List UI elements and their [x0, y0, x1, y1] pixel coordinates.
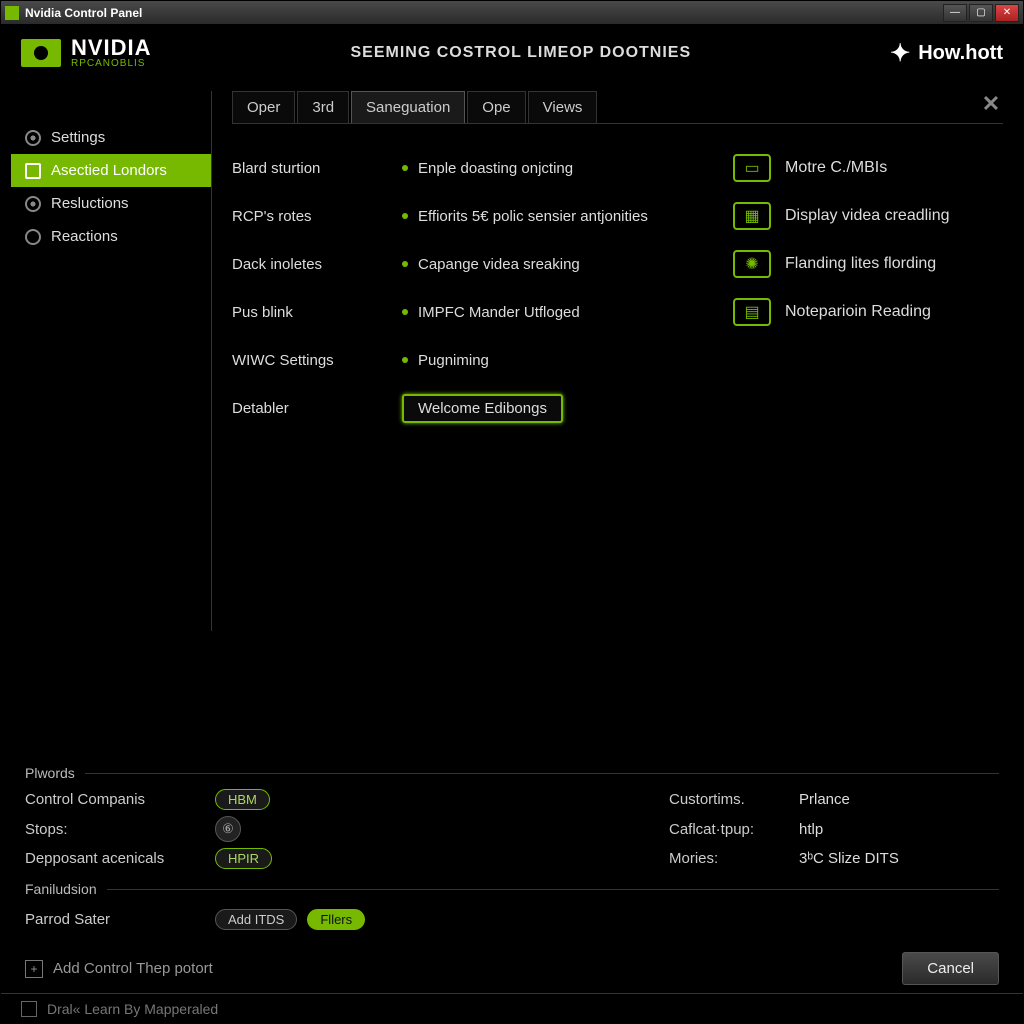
kv-label: Depposant acenicals	[25, 850, 215, 867]
tab-views[interactable]: Views	[528, 91, 598, 123]
hbm-pill[interactable]: HBM	[215, 789, 270, 810]
bullet-icon	[402, 357, 408, 363]
window-title: Nvidia Control Panel	[25, 6, 943, 20]
minimize-button[interactable]: —	[943, 4, 967, 22]
add-control-label: Add Control Thep potort	[53, 960, 213, 977]
sidebar-item-label: Settings	[51, 129, 105, 146]
stops-icon[interactable]: ⑥	[215, 816, 241, 842]
bullet-icon	[402, 165, 408, 171]
monitor-icon: ▭	[733, 154, 771, 182]
option-value[interactable]: Capange videa sreaking	[402, 240, 713, 288]
app-window: Nvidia Control Panel — ▢ ✕ NVIDIA RPCANO…	[0, 0, 1024, 1024]
statusbar: Dral« Learn By Mapperaled	[1, 993, 1023, 1023]
sidebar-item-settings[interactable]: Settings	[11, 121, 211, 154]
sidebar-item-reactions[interactable]: Reactions	[11, 220, 211, 253]
add-control-link[interactable]: + Add Control Thep potort	[25, 960, 213, 978]
tab-oper[interactable]: Oper	[232, 91, 295, 123]
lower-panel: Plwords Control Companis HBM Custortims.…	[1, 763, 1023, 944]
tabs: Oper 3rd Saneguation Ope Views ✕	[232, 91, 1003, 124]
sidebar-item-asectied[interactable]: Asectied Londors	[11, 154, 211, 187]
nvidia-app-icon	[5, 6, 19, 20]
maximize-button[interactable]: ▢	[969, 4, 993, 22]
close-panel-icon[interactable]: ✕	[979, 92, 1003, 116]
section-header: Faniludsion	[25, 881, 999, 897]
footer: + Add Control Thep potort Cancel	[1, 944, 1023, 993]
status-text: Dral« Learn By Mapperaled	[47, 1001, 218, 1017]
quick-card[interactable]: ▤Noteparioin Reading	[733, 288, 1003, 336]
header-action[interactable]: ✦ How.hott	[890, 39, 1003, 68]
kv-label: Mories:	[669, 850, 799, 867]
status-icon	[21, 1001, 37, 1017]
bulb-icon: ✺	[733, 250, 771, 278]
sidebar-item-label: Resluctions	[51, 195, 129, 212]
logo: NVIDIA RPCANOBLIS	[21, 37, 152, 69]
bullet-icon	[402, 261, 408, 267]
header: NVIDIA RPCANOBLIS SEEMING COSTROL LIMEOP…	[1, 25, 1023, 81]
sidebar-item-resluctions[interactable]: Resluctions	[11, 187, 211, 220]
sidebar-item-label: Asectied Londors	[51, 162, 167, 179]
nvidia-eye-icon	[21, 39, 61, 67]
circle-icon	[25, 229, 41, 245]
option-value[interactable]: IMPFC Mander Utfloged	[402, 288, 713, 336]
welcome-row: Welcome Edibongs	[402, 384, 713, 432]
kv-value: htlp	[799, 821, 999, 838]
sidebar: Settings Asectied Londors Resluctions Re…	[11, 91, 211, 763]
kv-label: Control Companis	[25, 791, 215, 808]
monitor-icon	[25, 163, 41, 179]
bullet-icon	[402, 213, 408, 219]
cancel-button[interactable]: Cancel	[902, 952, 999, 985]
content: Oper 3rd Saneguation Ope Views ✕ Blard s…	[212, 91, 1013, 763]
titlebar[interactable]: Nvidia Control Panel — ▢ ✕	[1, 1, 1023, 25]
page-title: SEEMING COSTROL LIMEOP DOOTNIES	[152, 44, 891, 62]
kv-label: Caflcat·tpup:	[669, 821, 799, 838]
tab-3rd[interactable]: 3rd	[297, 91, 349, 123]
plus-icon: +	[25, 960, 43, 978]
logo-subtitle: RPCANOBLIS	[71, 59, 152, 69]
kv-label: Custortims.	[669, 791, 799, 808]
kv-label: Stops:	[25, 821, 215, 838]
option-value[interactable]: Pugniming	[402, 336, 713, 384]
option-value[interactable]: Enple doasting onjcting	[402, 144, 713, 192]
option-value[interactable]: Effiorits 5€ polic sensier antjonities	[402, 192, 713, 240]
display-icon: ▦	[733, 202, 771, 230]
sidebar-item-label: Reactions	[51, 228, 118, 245]
option-label: Blard sturtion	[232, 144, 382, 192]
add-itds-button[interactable]: Add ITDS	[215, 909, 297, 930]
quick-card[interactable]: ▦Display videa creadling	[733, 192, 1003, 240]
tab-ope[interactable]: Ope	[467, 91, 525, 123]
target-icon	[25, 196, 41, 212]
option-label: Dack inoletes	[232, 240, 382, 288]
kv-value: Prlance	[799, 791, 999, 808]
files-button[interactable]: Fllers	[307, 909, 365, 930]
close-button[interactable]: ✕	[995, 4, 1019, 22]
option-label: Pus blink	[232, 288, 382, 336]
quick-card[interactable]: ▭Motre C./MBIs	[733, 144, 1003, 192]
quick-card[interactable]: ✺Flanding lites flording	[733, 240, 1003, 288]
header-action-label: How.hott	[918, 42, 1003, 65]
option-label: WIWC Settings	[232, 336, 382, 384]
kv-label: Parrod Sater	[25, 911, 215, 928]
gear-icon	[25, 130, 41, 146]
logo-brand: NVIDIA	[71, 37, 152, 59]
welcome-button[interactable]: Welcome Edibongs	[402, 394, 563, 423]
body: Settings Asectied Londors Resluctions Re…	[1, 81, 1023, 1023]
hpir-pill[interactable]: HPIR	[215, 848, 272, 869]
note-icon: ▤	[733, 298, 771, 326]
kv-value: 3ᵇC Slize DITS	[799, 850, 999, 867]
star-icon: ✦	[890, 39, 910, 68]
option-label: Detabler	[232, 384, 382, 432]
bullet-icon	[402, 309, 408, 315]
section-header: Plwords	[25, 765, 999, 781]
option-label: RCP's rotes	[232, 192, 382, 240]
tab-saneguation[interactable]: Saneguation	[351, 91, 465, 123]
